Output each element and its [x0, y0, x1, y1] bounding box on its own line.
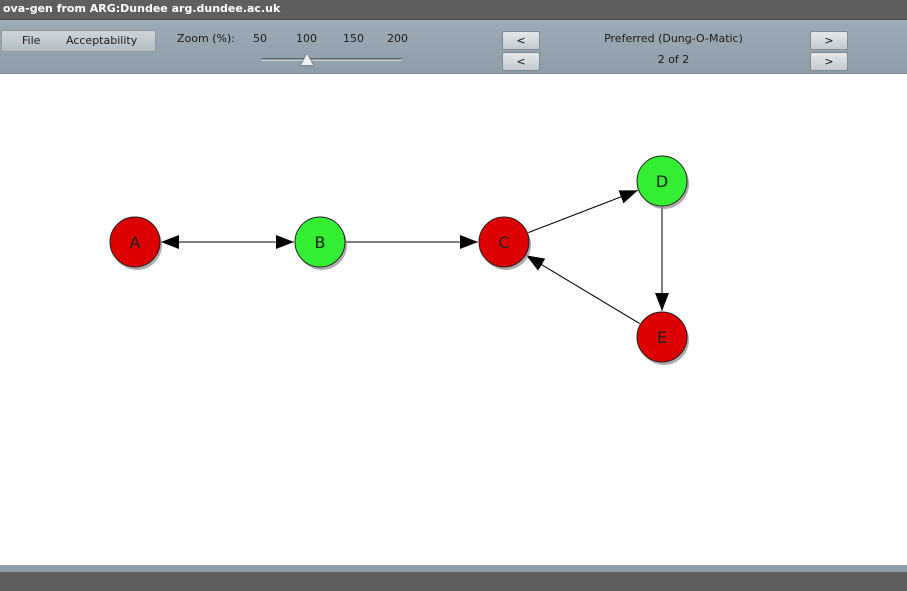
- edge-C-D[interactable]: [528, 189, 638, 234]
- node-label: D: [656, 172, 668, 191]
- extension-counter: 2 of 2: [657, 53, 690, 66]
- edge-E-C[interactable]: [526, 254, 640, 325]
- next-extension-button[interactable]: >: [810, 52, 848, 71]
- menu-acceptability[interactable]: Acceptability: [66, 34, 137, 48]
- zoom-tick-150: 150: [343, 32, 364, 45]
- argument-graph: A B C D E: [109, 155, 689, 365]
- graph-canvas[interactable]: A B C D E: [0, 75, 907, 565]
- title-bar: ova-gen from ARG:Dundee arg.dundee.ac.uk: [0, 0, 907, 20]
- zoom-label: Zoom (%):: [177, 32, 235, 45]
- menu-bar: File Acceptability: [1, 30, 156, 52]
- toolbar: File Acceptability Zoom (%): 50 100 150 …: [0, 20, 907, 74]
- node-label: B: [315, 233, 326, 252]
- zoom-tick-200: 200: [387, 32, 408, 45]
- node-C[interactable]: C: [478, 216, 531, 270]
- node-D[interactable]: D: [636, 155, 689, 209]
- zoom-tick-50: 50: [253, 32, 267, 45]
- node-label: A: [130, 233, 141, 252]
- prev-extension-button[interactable]: <: [502, 52, 540, 71]
- status-bar-base: [0, 572, 907, 591]
- prev-semantics-button[interactable]: <: [502, 31, 540, 50]
- status-bar-strip: [0, 565, 907, 572]
- menu-file[interactable]: File: [22, 34, 40, 48]
- zoom-tick-100: 100: [296, 32, 317, 45]
- node-B[interactable]: B: [294, 216, 347, 270]
- zoom-slider-thumb[interactable]: [301, 54, 313, 65]
- node-A[interactable]: A: [109, 216, 162, 270]
- node-E[interactable]: E: [636, 311, 689, 365]
- zoom-slider-track[interactable]: [261, 58, 402, 61]
- node-label: E: [657, 328, 667, 347]
- next-semantics-button[interactable]: >: [810, 31, 848, 50]
- node-label: C: [498, 233, 509, 252]
- status-bar: [0, 565, 907, 591]
- edges-layer: [161, 189, 669, 325]
- app-window: ova-gen from ARG:Dundee arg.dundee.ac.uk…: [0, 0, 907, 591]
- semantics-name: Preferred (Dung-O-Matic): [604, 32, 743, 45]
- window-title: ova-gen from ARG:Dundee arg.dundee.ac.uk: [3, 2, 281, 15]
- nodes-layer: A B C D E: [109, 155, 689, 365]
